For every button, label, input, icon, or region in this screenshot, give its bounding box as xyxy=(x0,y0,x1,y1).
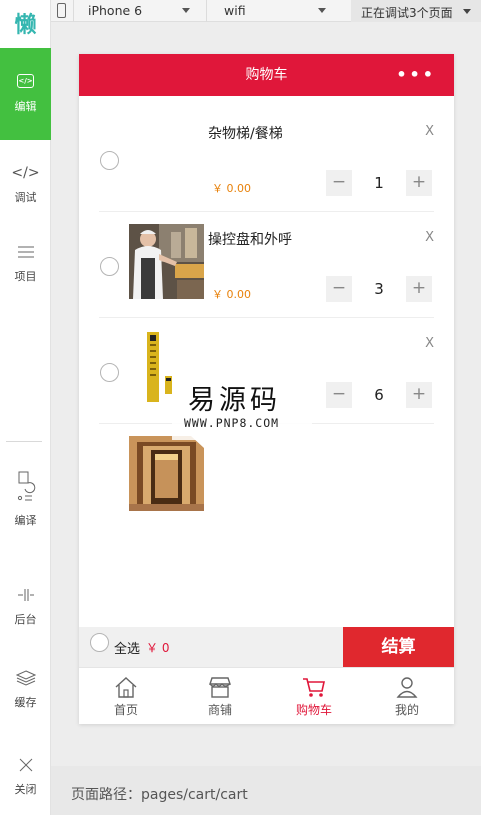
home-icon xyxy=(115,677,137,698)
watermark-title: 易源码 xyxy=(188,385,281,416)
ide-sidebar: 懒 </> 编辑 </> 调试 项目 编译 后台 缓存 关闭 xyxy=(0,0,51,815)
quantity-stepper: − 1 + xyxy=(326,170,432,196)
shop-icon xyxy=(209,677,231,698)
decrement-button[interactable]: − xyxy=(326,276,352,302)
cart-footer: 全选 ￥ 0 结算 xyxy=(79,627,454,667)
product-image[interactable] xyxy=(129,436,204,511)
list-icon xyxy=(16,242,36,262)
tab-me[interactable]: 我的 xyxy=(360,668,454,724)
phone-icon xyxy=(57,3,66,18)
checkout-button[interactable]: 结算 xyxy=(343,627,454,667)
compile-icon xyxy=(16,470,36,506)
quantity-stepper: − 6 + xyxy=(326,382,432,408)
sidebar-item-label: 缓存 xyxy=(14,696,37,709)
page-title: 购物车 xyxy=(245,67,288,83)
item-checkbox[interactable] xyxy=(100,151,119,170)
simulator-toolbar: iPhone 6 wifi 正在调试3个页面 xyxy=(51,0,481,22)
more-menu-icon[interactable]: ••• xyxy=(396,54,436,96)
debug-pages-dropdown[interactable]: 正在调试3个页面 xyxy=(351,0,481,22)
decrement-button[interactable]: − xyxy=(326,382,352,408)
sidebar-item-label: 编译 xyxy=(14,514,37,527)
chevron-down-icon xyxy=(182,8,190,13)
tab-label: 我的 xyxy=(394,703,419,717)
sidebar-item-backend[interactable]: 后台 xyxy=(0,585,51,627)
sidebar-item-project[interactable]: 项目 xyxy=(0,242,51,284)
sidebar-divider xyxy=(6,441,42,442)
increment-button[interactable]: + xyxy=(406,276,432,302)
toolbar-divider xyxy=(73,0,74,22)
user-icon xyxy=(396,677,418,698)
page-path-bar: 页面路径：pages/cart/cart xyxy=(51,766,481,815)
tab-cart[interactable]: 购物车 xyxy=(267,668,361,724)
item-checkbox[interactable] xyxy=(100,257,119,276)
phone-simulator: 购物车 ••• 杂物梯/餐梯 X ￥ 0.00 − 1 + 操控盘和外呼 X ￥… xyxy=(79,54,454,724)
item-checkbox[interactable] xyxy=(100,363,119,382)
quantity-value[interactable]: 3 xyxy=(359,276,399,302)
backend-icon xyxy=(16,585,36,605)
tab-label: 购物车 xyxy=(295,703,332,717)
code-icon: </> xyxy=(11,165,40,181)
tab-label: 商铺 xyxy=(207,703,232,717)
quantity-value[interactable]: 6 xyxy=(359,382,399,408)
increment-button[interactable]: + xyxy=(406,382,432,408)
network-select[interactable]: wifi xyxy=(224,3,246,18)
app-logo-char: 懒 xyxy=(14,13,37,38)
item-name: 杂物梯/餐梯 xyxy=(208,126,283,142)
chevron-down-icon xyxy=(463,9,471,14)
sidebar-item-label: 关闭 xyxy=(14,783,37,796)
page-path-text: 页面路径：pages/cart/cart xyxy=(71,787,248,803)
quantity-value[interactable]: 1 xyxy=(359,170,399,196)
close-icon xyxy=(16,755,36,775)
sidebar-item-label: 编辑 xyxy=(14,100,37,113)
product-image[interactable] xyxy=(129,224,204,299)
item-price: ￥ 0.00 xyxy=(212,288,251,301)
code-box-icon: </> xyxy=(17,74,34,88)
sidebar-item-debug[interactable]: </> 调试 xyxy=(0,163,51,205)
quantity-stepper: − 3 + xyxy=(326,276,432,302)
sidebar-item-edit[interactable]: </> 编辑 xyxy=(0,48,51,140)
select-all-checkbox[interactable] xyxy=(90,633,109,652)
navigation-bar: 购物车 ••• xyxy=(79,54,454,96)
sidebar-item-cache[interactable]: 缓存 xyxy=(0,668,51,710)
total-price: ￥ 0 xyxy=(146,641,170,655)
item-name: 操控盘和外呼 xyxy=(208,232,292,248)
cart-icon xyxy=(303,678,325,697)
debug-status-text: 正在调试3个页面 xyxy=(361,6,453,20)
select-all-label[interactable]: 全选 xyxy=(114,638,140,657)
sidebar-item-close[interactable]: 关闭 xyxy=(0,755,51,797)
sidebar-item-compile[interactable]: 编译 xyxy=(0,470,51,528)
cart-item: 杂物梯/餐梯 X ￥ 0.00 − 1 + xyxy=(99,106,434,212)
decrement-button[interactable]: − xyxy=(326,170,352,196)
tab-home[interactable]: 首页 xyxy=(79,668,173,724)
toolbar-divider xyxy=(206,0,207,22)
delete-button[interactable]: X xyxy=(425,230,434,245)
watermark-url: WWW.PNP8.COM xyxy=(184,416,280,430)
chevron-down-icon xyxy=(318,8,326,13)
tab-bar: 首页 商铺 购物车 我的 xyxy=(79,667,454,724)
sidebar-item-label: 后台 xyxy=(14,613,37,626)
delete-button[interactable]: X xyxy=(425,336,434,351)
tab-shop[interactable]: 商铺 xyxy=(173,668,267,724)
tab-label: 首页 xyxy=(113,703,138,717)
sidebar-item-label: 项目 xyxy=(14,270,37,283)
device-select[interactable]: iPhone 6 xyxy=(88,3,142,18)
increment-button[interactable]: + xyxy=(406,170,432,196)
delete-button[interactable]: X xyxy=(425,124,434,139)
sidebar-item-label: 调试 xyxy=(14,191,37,204)
cart-item: 操控盘和外呼 X ￥ 0.00 − 3 + xyxy=(99,212,434,318)
app-logo: 懒 xyxy=(0,0,51,46)
layers-icon xyxy=(15,668,36,688)
item-price: ￥ 0.00 xyxy=(212,182,251,195)
watermark: 易源码 WWW.PNP8.COM xyxy=(172,372,312,440)
